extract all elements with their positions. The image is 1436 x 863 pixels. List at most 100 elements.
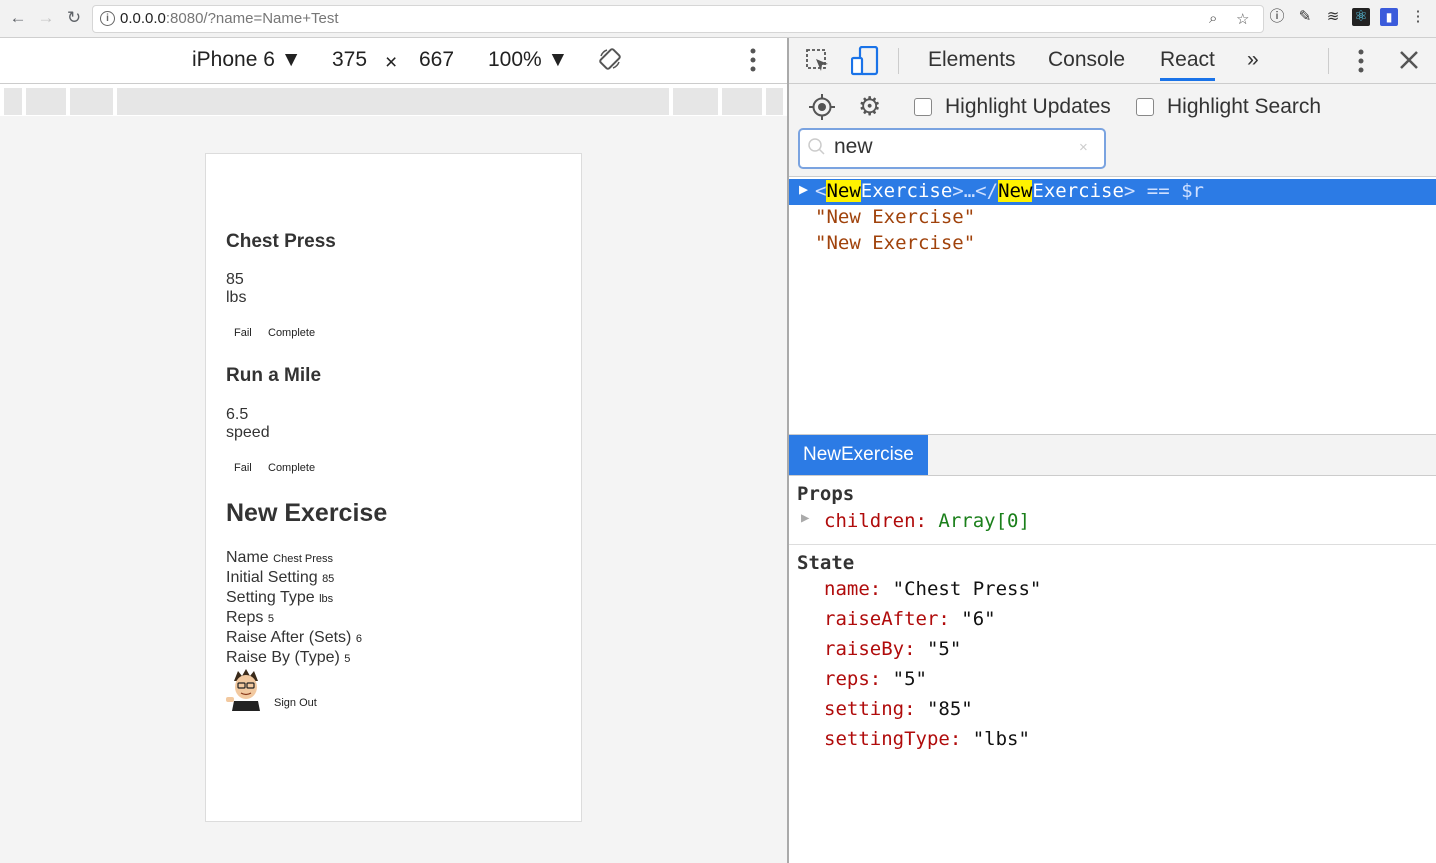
more-options-icon[interactable]: [745, 47, 761, 73]
field-label: Name: [226, 549, 269, 566]
inspect-element-icon[interactable]: [805, 48, 831, 74]
initial-setting-input[interactable]: [321, 569, 450, 587]
field-value[interactable]: 5: [268, 613, 274, 625]
initial-setting-field: Initial Setting 85: [226, 569, 334, 587]
info-icon[interactable]: i: [100, 11, 115, 26]
tab-console[interactable]: Console: [1048, 48, 1125, 72]
complete-button[interactable]: Complete: [268, 462, 315, 474]
tree-row-selected[interactable]: ▶ <NewExercise>…</NewExercise> == $r: [789, 179, 1436, 205]
avatar: [226, 669, 260, 711]
new-exercise-heading: New Exercise: [226, 499, 388, 527]
props-title: Props: [797, 483, 855, 505]
setting-type-input[interactable]: [318, 589, 447, 607]
browser-toolbar: ← → ↻ i 0.0.0.0:8080/?name=Name+Test ⌕ ☆…: [0, 0, 1436, 38]
reload-icon[interactable]: ↻: [65, 9, 83, 27]
clear-search-icon[interactable]: ×: [1079, 139, 1088, 156]
field-label: Raise After (Sets): [226, 629, 352, 646]
field-value[interactable]: Chest Press: [273, 553, 333, 565]
highlight-search-label[interactable]: Highlight Search: [1167, 95, 1321, 119]
tab-react[interactable]: React: [1160, 48, 1215, 81]
search-input[interactable]: [834, 135, 1064, 159]
locate-icon[interactable]: [809, 94, 835, 120]
bookmark-star-icon[interactable]: ☆: [1236, 10, 1249, 28]
prop-row[interactable]: children: Array[0]: [824, 510, 1030, 532]
back-icon[interactable]: ←: [9, 9, 27, 27]
tree-row-text[interactable]: "New Exercise": [815, 206, 975, 228]
selected-node-text: <NewExercise>…</NewExercise> == $r: [815, 180, 1204, 202]
name-input[interactable]: [334, 549, 400, 567]
expand-triangle-icon[interactable]: ▶: [799, 180, 808, 198]
device-toolbar: iPhone 6 ▼ 375 × 667 100% ▼: [0, 38, 787, 84]
state-row[interactable]: raiseAfter: "6": [824, 608, 996, 630]
devtools-menu-icon[interactable]: [1354, 48, 1368, 74]
highlight-updates-label[interactable]: Highlight Updates: [945, 95, 1111, 119]
rotate-icon[interactable]: [598, 47, 622, 71]
selected-component-tab[interactable]: NewExercise: [789, 435, 928, 475]
reps-field: Reps 5: [226, 609, 274, 627]
fail-button[interactable]: Fail: [234, 327, 252, 339]
address-bar[interactable]: i 0.0.0.0:8080/?name=Name+Test ⌕ ☆: [92, 5, 1264, 33]
forward-icon[interactable]: →: [37, 9, 55, 27]
device-viewport: Chest Press 85 lbs Fail Complete Run a M…: [205, 153, 582, 822]
url-text[interactable]: 0.0.0.0:8080/?name=Name+Test: [120, 10, 339, 27]
exercise-value: 6.5: [226, 406, 249, 423]
exercise-title: Run a Mile: [226, 365, 322, 386]
name-field: Name Chest Press: [226, 549, 333, 567]
highlight-search-checkbox[interactable]: [1136, 98, 1154, 116]
close-icon[interactable]: [1399, 50, 1419, 70]
fail-button[interactable]: Fail: [234, 462, 252, 474]
browser-menu-icon[interactable]: ⋮: [1409, 8, 1427, 26]
sign-out-button[interactable]: Sign Out: [274, 697, 317, 709]
search-icon: [808, 138, 825, 155]
url-host: 0.0.0.0: [120, 10, 166, 27]
exercise-value: 85: [226, 271, 244, 288]
devtools-panel: Elements Console React » ⚙ Highlight Upd…: [787, 38, 1436, 863]
dimension-separator: ×: [385, 51, 398, 74]
device-toggle-icon[interactable]: [851, 46, 879, 76]
raise-after-input[interactable]: [351, 629, 480, 647]
state-row[interactable]: raiseBy: "5": [824, 638, 961, 660]
extension-picker-icon[interactable]: ✎: [1296, 8, 1314, 26]
extension-info-icon[interactable]: ⓘ: [1268, 8, 1286, 26]
state-row[interactable]: name: "Chest Press": [824, 578, 1041, 600]
reps-input[interactable]: [266, 609, 395, 627]
settings-gear-icon[interactable]: ⚙: [858, 92, 881, 120]
viewport-height[interactable]: 667: [419, 48, 454, 72]
field-label: Raise By (Type): [226, 649, 340, 666]
field-value[interactable]: 85: [322, 573, 334, 585]
zoom-select[interactable]: 100% ▼: [488, 48, 568, 72]
extension-layers-icon[interactable]: ≋: [1324, 8, 1342, 26]
zoom-icon[interactable]: ⌕: [1209, 10, 1217, 27]
search-bar: ×: [789, 128, 1436, 177]
tab-elements[interactable]: Elements: [928, 48, 1016, 72]
extension-bookmark-icon[interactable]: ▮: [1380, 8, 1398, 26]
divider: [789, 544, 1436, 545]
viewport-width[interactable]: 375: [332, 48, 367, 72]
raise-after-field: Raise After (Sets) 6: [226, 629, 362, 647]
devtools-tabbar: Elements Console React »: [789, 38, 1436, 84]
state-title: State: [797, 552, 855, 574]
expand-triangle-icon[interactable]: ▶: [801, 510, 809, 526]
state-row[interactable]: settingType: "lbs": [824, 728, 1030, 750]
field-value[interactable]: lbs: [319, 593, 333, 605]
sidepanel-header: NewExercise: [789, 434, 1436, 476]
state-row[interactable]: setting: "85": [824, 698, 973, 720]
state-row[interactable]: reps: "5": [824, 668, 927, 690]
media-query-bar[interactable]: [0, 84, 787, 116]
react-toolbar: ⚙ Highlight Updates Highlight Search: [789, 84, 1436, 130]
field-label: Initial Setting: [226, 569, 318, 586]
field-value[interactable]: 5: [344, 653, 350, 665]
search-box[interactable]: ×: [798, 128, 1106, 169]
device-select[interactable]: iPhone 6 ▼: [192, 48, 302, 72]
raise-by-field: Raise By (Type) 5: [226, 649, 350, 667]
field-value[interactable]: 6: [356, 633, 362, 645]
url-path: :8080/?name=Name+Test: [165, 10, 339, 27]
more-tabs-icon[interactable]: »: [1247, 48, 1259, 72]
tree-row-text[interactable]: "New Exercise": [815, 232, 975, 254]
complete-button[interactable]: Complete: [268, 327, 315, 339]
component-tree: ▶ <NewExercise>…</NewExercise> == $r "Ne…: [789, 177, 1436, 434]
setting-type-field: Setting Type lbs: [226, 589, 333, 607]
raise-by-input[interactable]: [338, 649, 467, 667]
react-devtools-icon[interactable]: ⚛: [1352, 8, 1370, 26]
highlight-updates-checkbox[interactable]: [914, 98, 932, 116]
